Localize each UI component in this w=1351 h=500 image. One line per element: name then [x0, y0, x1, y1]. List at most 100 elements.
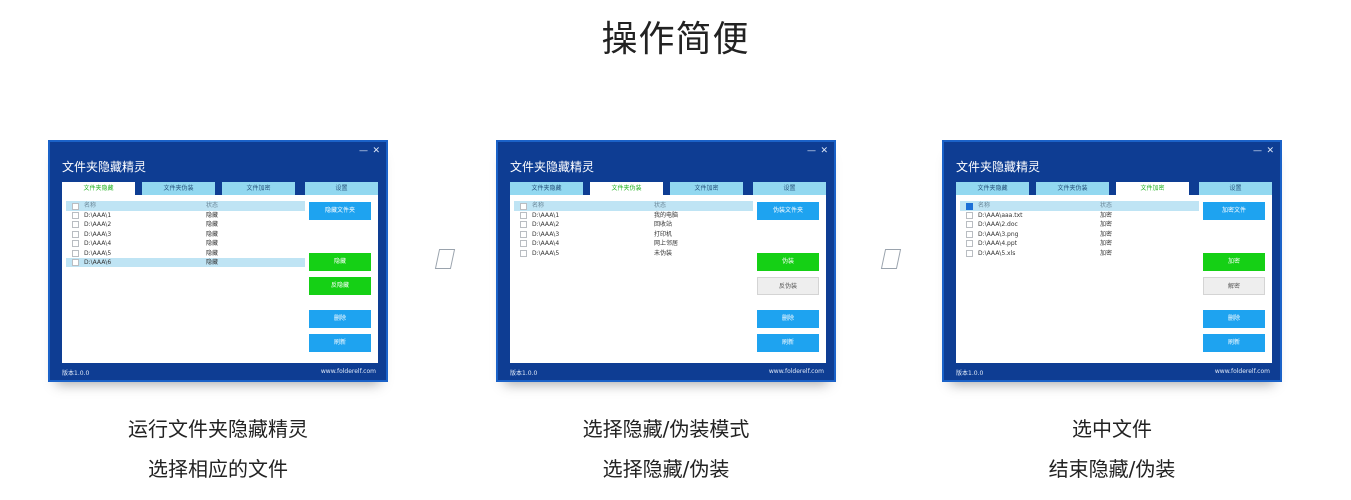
- tab-2[interactable]: 文件加密: [670, 182, 743, 195]
- tab-2[interactable]: 文件加密: [222, 182, 295, 195]
- row-checkbox[interactable]: [520, 249, 527, 257]
- minimize-icon[interactable]: —: [359, 146, 368, 156]
- primary-action-button[interactable]: 伪装: [757, 253, 819, 271]
- row-name: D:\AAA\5.xls: [978, 249, 1016, 257]
- header-status: 状态: [1100, 202, 1113, 209]
- row-checkbox[interactable]: [966, 221, 973, 229]
- table-row[interactable]: D:\AAA\3.png 加密: [960, 230, 1199, 239]
- header-status: 状态: [206, 202, 219, 209]
- row-name: D:\AAA\3.png: [978, 230, 1019, 238]
- row-status: 隐藏: [206, 249, 219, 257]
- tab-1[interactable]: 文件夹伪装: [142, 182, 215, 195]
- table-row[interactable]: D:\AAA\4 隐藏: [66, 239, 305, 248]
- row-checkbox[interactable]: [966, 249, 973, 257]
- row-checkbox[interactable]: [966, 240, 973, 248]
- row-status: 网上邻居: [654, 240, 679, 248]
- row-status: 隐藏: [206, 230, 219, 238]
- secondary-action-button[interactable]: 解密: [1203, 277, 1265, 295]
- table-row[interactable]: D:\AAA\4 网上邻居: [514, 239, 753, 248]
- secondary-action-button[interactable]: 反隐藏: [309, 277, 371, 295]
- app-window: 文件夹隐藏精灵 — ✕ 文件夹隐藏 文件夹伪装 文件加密 设置 名称 状态 D:\AA…: [496, 140, 836, 382]
- website-link[interactable]: www.folderelf.com: [769, 368, 824, 375]
- row-name: D:\AAA\3: [532, 230, 560, 238]
- table-row[interactable]: D:\AAA\5 未伪装: [514, 249, 753, 258]
- row-status: 加密: [1100, 221, 1113, 229]
- tab-3[interactable]: 设置: [305, 182, 378, 195]
- primary-action-button[interactable]: 隐藏: [309, 253, 371, 271]
- row-name: D:\AAA\1: [84, 212, 112, 219]
- select-all-checkbox[interactable]: [966, 202, 973, 210]
- primary-action-button[interactable]: 加密: [1203, 253, 1265, 271]
- table-row[interactable]: D:\AAA\1 我的电脑: [514, 211, 753, 220]
- row-checkbox[interactable]: [72, 249, 79, 257]
- row-checkbox[interactable]: [520, 240, 527, 248]
- website-link[interactable]: www.folderelf.com: [321, 368, 376, 375]
- row-status: 加密: [1100, 249, 1113, 257]
- refresh-button[interactable]: 刷新: [1203, 334, 1265, 352]
- website-link[interactable]: www.folderelf.com: [1215, 368, 1270, 375]
- table-row[interactable]: D:\AAA\5.xls 加密: [960, 249, 1199, 258]
- content-panel: 名称 状态 D:\AAA\aaa.txt 加密 D:\AAA\2.doc 加密 …: [956, 195, 1272, 363]
- row-checkbox[interactable]: [966, 230, 973, 238]
- table-row[interactable]: D:\AAA\5 隐藏: [66, 249, 305, 258]
- row-checkbox[interactable]: [72, 258, 79, 266]
- add-button[interactable]: 隐藏文件夹: [309, 202, 371, 220]
- table-row[interactable]: D:\AAA\3 隐藏: [66, 230, 305, 239]
- close-icon[interactable]: ✕: [372, 146, 380, 156]
- secondary-action-button[interactable]: 反伪装: [757, 277, 819, 295]
- row-status: 隐藏: [206, 221, 219, 229]
- page-title: 操作简便: [601, 19, 750, 60]
- caption-line-1: 选中文件: [1072, 417, 1152, 441]
- tab-3[interactable]: 设置: [1199, 182, 1272, 195]
- tab-1[interactable]: 文件夹伪装: [590, 182, 663, 195]
- close-icon[interactable]: ✕: [820, 146, 828, 156]
- refresh-button[interactable]: 刷新: [309, 334, 371, 352]
- row-checkbox[interactable]: [72, 221, 79, 229]
- delete-button[interactable]: 删除: [309, 310, 371, 328]
- row-checkbox[interactable]: [520, 212, 527, 219]
- close-icon[interactable]: ✕: [1266, 146, 1274, 156]
- add-button[interactable]: 伪装文件夹: [757, 202, 819, 220]
- refresh-button[interactable]: 刷新: [757, 334, 819, 352]
- tab-0[interactable]: 文件夹隐藏: [510, 182, 583, 195]
- row-checkbox[interactable]: [72, 230, 79, 238]
- table-row[interactable]: D:\AAA\1 隐藏: [66, 211, 305, 220]
- row-name: D:\AAA\4: [532, 240, 560, 248]
- delete-button[interactable]: 删除: [757, 310, 819, 328]
- header-name: 名称: [532, 202, 545, 209]
- add-button[interactable]: 加密文件: [1203, 202, 1265, 220]
- table-row[interactable]: D:\AAA\3 打印机: [514, 230, 753, 239]
- tab-0[interactable]: 文件夹隐藏: [62, 182, 135, 195]
- step-panel: 文件夹隐藏精灵 — ✕ 文件夹隐藏 文件夹伪装 文件加密 设置 名称 状态 D:\AA…: [48, 140, 388, 481]
- app-window: 文件夹隐藏精灵 — ✕ 文件夹隐藏 文件夹伪装 文件加密 设置 名称 状态 D:\AA…: [48, 140, 388, 382]
- table-row[interactable]: D:\AAA\aaa.txt 加密: [960, 211, 1199, 220]
- row-checkbox[interactable]: [72, 240, 79, 248]
- window-title: 文件夹隐藏精灵: [510, 160, 595, 174]
- table-row[interactable]: D:\AAA\2 回收站: [514, 220, 753, 229]
- minimize-icon[interactable]: —: [1253, 146, 1262, 156]
- select-all-checkbox[interactable]: [72, 202, 79, 210]
- minimize-icon[interactable]: —: [807, 146, 816, 156]
- table-row[interactable]: D:\AAA\2.doc 加密: [960, 220, 1199, 229]
- caption-line-2: 结束隐藏/伪装: [1048, 457, 1176, 481]
- tab-bar: 文件夹隐藏 文件夹伪装 文件加密 设置: [510, 182, 826, 195]
- table-row[interactable]: D:\AAA\2 隐藏: [66, 220, 305, 229]
- delete-button[interactable]: 删除: [1203, 310, 1265, 328]
- table-row[interactable]: D:\AAA\4.ppt 加密: [960, 239, 1199, 248]
- row-status: 隐藏: [206, 258, 219, 266]
- list-header: 名称 状态: [66, 201, 305, 211]
- row-checkbox[interactable]: [966, 212, 973, 219]
- row-status: 我的电脑: [654, 212, 679, 219]
- tab-1[interactable]: 文件夹伪装: [1036, 182, 1109, 195]
- file-list: 名称 状态 D:\AAA\aaa.txt 加密 D:\AAA\2.doc 加密 …: [960, 201, 1199, 359]
- table-row[interactable]: D:\AAA\6 隐藏: [66, 257, 305, 268]
- select-all-checkbox[interactable]: [520, 202, 527, 210]
- row-checkbox[interactable]: [520, 221, 527, 229]
- row-checkbox[interactable]: [72, 212, 79, 219]
- tab-3[interactable]: 设置: [753, 182, 826, 195]
- tab-0[interactable]: 文件夹隐藏: [956, 182, 1029, 195]
- row-name: D:\AAA\3: [84, 230, 112, 238]
- row-checkbox[interactable]: [520, 230, 527, 238]
- tab-2[interactable]: 文件加密: [1116, 182, 1189, 195]
- row-name: D:\AAA\aaa.txt: [978, 212, 1023, 219]
